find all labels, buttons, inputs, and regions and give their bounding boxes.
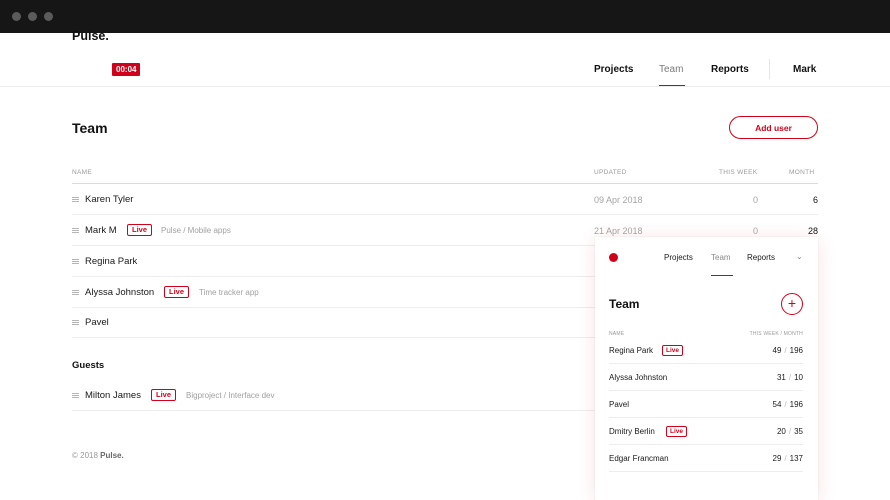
drag-handle-icon[interactable] (72, 228, 79, 233)
month-value: 35 (794, 427, 803, 436)
record-dot-icon[interactable] (609, 253, 618, 262)
member-stats: 54/196 (772, 400, 804, 409)
brand-logo[interactable]: Pulse. (72, 29, 109, 43)
user-menu[interactable]: Mark (793, 64, 816, 75)
drag-handle-icon[interactable] (72, 393, 79, 398)
member-name: Dmitry Berlin (609, 427, 655, 436)
live-badge: Live (151, 389, 177, 401)
project-label: Bigproject / Interface dev (186, 391, 275, 400)
member-name: Edgar Francman (609, 454, 669, 463)
mobile-nav-active-indicator (711, 275, 733, 276)
mobile-nav-team[interactable]: Team (711, 253, 731, 262)
nav-projects[interactable]: Projects (594, 64, 633, 75)
window-maximize-dot[interactable] (44, 12, 53, 21)
this-week-value: 0 (752, 226, 758, 236)
member-name: Alyssa Johnston (609, 373, 668, 382)
window-minimize-dot[interactable] (28, 12, 37, 21)
project-label: Pulse / Mobile apps (161, 226, 231, 235)
column-header-month[interactable]: MONTH (789, 169, 814, 176)
month-value: 196 (789, 400, 803, 409)
member-name: Pavel (609, 400, 630, 409)
member-name: Pavel (85, 317, 109, 328)
month-value: 196 (789, 346, 803, 355)
member-name: Alyssa Johnston (85, 287, 155, 298)
member-name: Regina Park (609, 346, 654, 355)
month-value: 28 (807, 226, 818, 236)
mobile-list-item[interactable]: Regina Park Live 49/196 (609, 337, 803, 364)
add-user-icon[interactable]: + (781, 293, 803, 315)
chevron-down-icon[interactable]: ⌄ (796, 252, 803, 261)
this-week-value: 31 (776, 373, 786, 382)
month-value: 6 (812, 195, 818, 205)
member-name: Regina Park (85, 256, 138, 267)
mobile-page-title: Team (609, 297, 640, 311)
member-stats: 20/35 (776, 427, 803, 436)
member-stats: 29/137 (772, 454, 804, 463)
live-badge: Live (662, 345, 684, 356)
drag-handle-icon[interactable] (72, 320, 79, 325)
column-header-this-week[interactable]: THIS WEEK (719, 169, 757, 176)
live-badge: Live (164, 286, 190, 298)
table-row[interactable]: Karen Tyler 09 Apr 2018 0 6 (72, 184, 818, 215)
this-week-value: 0 (752, 195, 758, 205)
footer-brand: Pulse. (100, 451, 124, 460)
drag-handle-icon[interactable] (72, 259, 79, 264)
member-stats: 31/10 (776, 373, 803, 382)
nav-team[interactable]: Team (659, 64, 683, 75)
live-badge: Live (666, 426, 688, 437)
member-name: Mark M (85, 225, 117, 236)
nav-active-indicator (659, 85, 685, 86)
page-title: Team (72, 120, 108, 136)
month-value: 137 (789, 454, 803, 463)
footer: © 2018 Pulse. (72, 451, 124, 460)
this-week-value: 20 (776, 427, 786, 436)
nav-reports[interactable]: Reports (711, 64, 749, 75)
drag-handle-icon[interactable] (72, 197, 79, 202)
add-user-button[interactable]: Add user (729, 116, 818, 139)
mobile-nav-projects[interactable]: Projects (664, 253, 693, 262)
updated-date: 21 Apr 2018 (594, 226, 643, 236)
mobile-preview-panel: Projects Team Reports ⌄ Team + NAME THIS… (595, 237, 818, 500)
member-stats: 49/196 (772, 346, 804, 355)
column-header-updated[interactable]: UPDATED (594, 169, 627, 176)
window-chrome (0, 0, 890, 33)
live-badge: Live (127, 224, 153, 236)
nav-divider (769, 59, 770, 79)
mobile-list-item[interactable]: Alyssa Johnston 31/10 (609, 364, 803, 391)
updated-date: 09 Apr 2018 (594, 195, 643, 205)
app-header (0, 33, 890, 87)
mobile-list-item[interactable]: Pavel 54/196 (609, 391, 803, 418)
month-value: 10 (794, 373, 803, 382)
drag-handle-icon[interactable] (72, 290, 79, 295)
mobile-list-item[interactable]: Edgar Francman 29/137 (609, 445, 803, 472)
guest-name: Milton James (85, 390, 141, 401)
member-name: Karen Tyler (85, 194, 134, 205)
copyright-text: © 2018 (72, 451, 98, 460)
this-week-value: 49 (772, 346, 782, 355)
mobile-nav-reports[interactable]: Reports (747, 253, 775, 262)
column-header-name[interactable]: NAME (72, 169, 92, 176)
guests-heading: Guests (72, 360, 105, 371)
timer-badge: 00:04 (112, 63, 141, 76)
mobile-list-item[interactable]: Dmitry Berlin Live 20/35 (609, 418, 803, 445)
window-close-dot[interactable] (12, 12, 21, 21)
this-week-value: 29 (772, 454, 782, 463)
project-label: Time tracker app (199, 288, 259, 297)
this-week-value: 54 (772, 400, 782, 409)
